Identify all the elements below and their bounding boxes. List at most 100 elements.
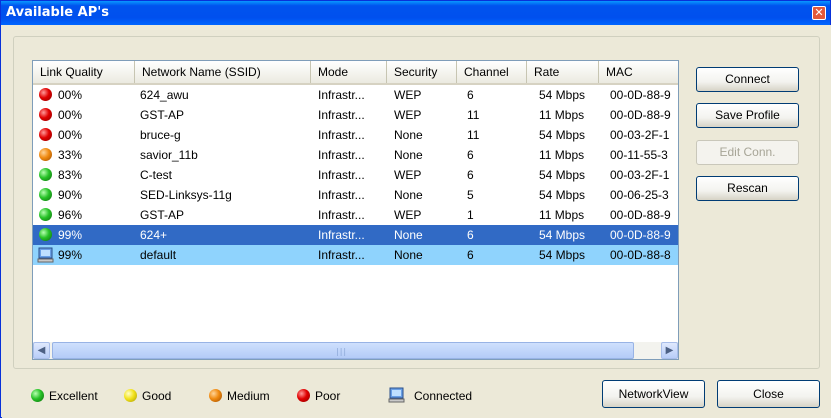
ssid-cell: C-test xyxy=(140,168,173,182)
link-quality-cell: 00% xyxy=(58,88,83,102)
legend-connected: Connected xyxy=(388,387,498,405)
scrollbar-grip-icon: ||| xyxy=(336,347,348,356)
red-quality-icon xyxy=(39,88,52,101)
mode-cell: Infrastr... xyxy=(318,88,365,102)
mode-cell: Infrastr... xyxy=(318,168,365,182)
security-cell: None xyxy=(394,228,423,242)
ap-list[interactable]: Link Quality Network Name (SSID) Mode Se… xyxy=(32,60,679,360)
ssid-cell: 624_awu xyxy=(140,88,189,102)
table-row[interactable]: 83% C-test Infrastr... WEP 6 54 Mbps 00-03-2F-… xyxy=(33,165,678,185)
rate-cell: 54 Mbps xyxy=(539,88,586,102)
green-quality-icon xyxy=(39,188,52,201)
rescan-button[interactable]: Rescan xyxy=(696,176,799,201)
security-cell: None xyxy=(394,188,423,202)
legend-medium: Medium xyxy=(209,387,289,405)
ssid-cell: bruce-g xyxy=(140,128,181,142)
ssid-cell: savior_11b xyxy=(140,148,198,162)
column-header-channel[interactable]: Channel xyxy=(457,61,527,83)
mac-cell: 00-0D-88-9 xyxy=(610,208,671,222)
title-bar[interactable]: Available AP's ✕ xyxy=(1,1,830,25)
connect-button[interactable]: Connect xyxy=(696,67,799,92)
link-quality-cell: 99% xyxy=(58,228,83,242)
table-row[interactable]: 00% 624_awu Infrastr... WEP 6 54 Mbps 00-0D-88… xyxy=(33,85,678,105)
connected-computer-icon xyxy=(37,247,54,263)
channel-cell: 6 xyxy=(467,248,474,262)
save-profile-button[interactable]: Save Profile xyxy=(696,103,799,128)
table-row[interactable]: 99% 624+ Infrastr... None 6 54 Mbps 00-0D-88-9 xyxy=(33,225,678,245)
mac-cell: 00-11-55-3 xyxy=(610,148,668,162)
table-row[interactable]: 90% SED-Linksys-11g Infrastr... None 5 54 Mbp… xyxy=(33,185,678,205)
link-quality-cell: 00% xyxy=(58,108,83,122)
horizontal-scrollbar[interactable]: ◀ ||| ▶ xyxy=(33,342,678,359)
scrollbar-thumb[interactable]: ||| xyxy=(52,342,634,359)
link-quality-cell: 00% xyxy=(58,128,83,142)
red-quality-icon xyxy=(39,108,52,121)
link-quality-cell: 83% xyxy=(58,168,83,182)
channel-cell: 11 xyxy=(467,128,480,142)
mode-cell: Infrastr... xyxy=(318,148,365,162)
table-row[interactable]: 00% GST-AP Infrastr... WEP 11 11 Mbps 00-0D-88… xyxy=(33,105,678,125)
legend-poor: Poor xyxy=(297,387,357,405)
mode-cell: Infrastr... xyxy=(318,208,365,222)
mode-cell: Infrastr... xyxy=(318,108,365,122)
mode-cell: Infrastr... xyxy=(318,248,365,262)
table-row[interactable]: 00% bruce-g Infrastr... None 11 54 Mbps 00-03-… xyxy=(33,125,678,145)
column-header-ssid[interactable]: Network Name (SSID) xyxy=(135,61,311,83)
security-cell: WEP xyxy=(394,168,422,182)
table-row[interactable]: 99% default Infrastr... None 6 54 Mbps 00-0D-8… xyxy=(33,245,678,265)
mac-cell: 00-0D-88-9 xyxy=(610,228,671,242)
rate-cell: 54 Mbps xyxy=(539,188,586,202)
channel-cell: 1 xyxy=(467,208,474,222)
security-cell: WEP xyxy=(394,208,422,222)
table-row[interactable]: 33% savior_11b Infrastr... None 6 11 Mbps 00-1… xyxy=(33,145,678,165)
window-close-icon[interactable]: ✕ xyxy=(812,6,826,20)
column-header-rate[interactable]: Rate xyxy=(527,61,599,83)
channel-cell: 5 xyxy=(467,188,474,202)
column-header-mode[interactable]: Mode xyxy=(311,61,387,83)
channel-cell: 11 xyxy=(467,108,480,122)
security-cell: WEP xyxy=(394,108,422,122)
window-title: Available AP's xyxy=(6,5,109,20)
legend-good: Good xyxy=(124,387,194,405)
legend-poor-label: Poor xyxy=(315,389,341,403)
rate-cell: 54 Mbps xyxy=(539,168,586,182)
good-indicator-icon xyxy=(124,389,137,402)
ssid-cell: 624+ xyxy=(140,228,168,242)
close-button[interactable]: Close xyxy=(717,380,820,408)
security-cell: None xyxy=(394,128,423,142)
green-quality-icon xyxy=(39,168,52,181)
link-quality-cell: 33% xyxy=(58,148,83,162)
channel-cell: 6 xyxy=(467,88,474,102)
column-header-link-quality[interactable]: Link Quality xyxy=(33,61,135,83)
rate-cell: 54 Mbps xyxy=(539,248,586,262)
poor-indicator-icon xyxy=(297,389,310,402)
edit-conn-button[interactable]: Edit Conn. xyxy=(696,140,799,165)
legend-good-label: Good xyxy=(142,389,172,403)
excellent-indicator-icon xyxy=(31,389,44,402)
mac-cell: 00-0D-88-8 xyxy=(610,248,671,262)
red-quality-icon xyxy=(39,128,52,141)
ssid-cell: GST-AP xyxy=(140,208,185,222)
channel-cell: 6 xyxy=(467,228,474,242)
orange-quality-icon xyxy=(39,148,52,161)
column-header-mac[interactable]: MAC xyxy=(599,61,678,83)
table-row[interactable]: 96% GST-AP Infrastr... WEP 1 11 Mbps 00-0D-88-… xyxy=(33,205,678,225)
rate-cell: 11 Mbps xyxy=(539,148,585,162)
legend-excellent-label: Excellent xyxy=(49,389,98,403)
green-quality-icon xyxy=(39,208,52,221)
medium-indicator-icon xyxy=(209,389,222,402)
rate-cell: 54 Mbps xyxy=(539,128,586,142)
mode-cell: Infrastr... xyxy=(318,228,365,242)
column-header-security[interactable]: Security xyxy=(387,61,457,83)
link-quality-cell: 96% xyxy=(58,208,83,222)
network-view-button[interactable]: NetworkView xyxy=(602,380,705,408)
rate-cell: 54 Mbps xyxy=(539,228,586,242)
ssid-cell: default xyxy=(140,248,177,262)
mode-cell: Infrastr... xyxy=(318,188,365,202)
scroll-left-button[interactable]: ◀ xyxy=(33,342,50,359)
security-cell: None xyxy=(394,248,423,262)
channel-cell: 6 xyxy=(467,148,474,162)
scroll-right-button[interactable]: ▶ xyxy=(661,342,678,359)
rate-cell: 11 Mbps xyxy=(539,208,585,222)
link-quality-cell: 90% xyxy=(58,188,83,202)
